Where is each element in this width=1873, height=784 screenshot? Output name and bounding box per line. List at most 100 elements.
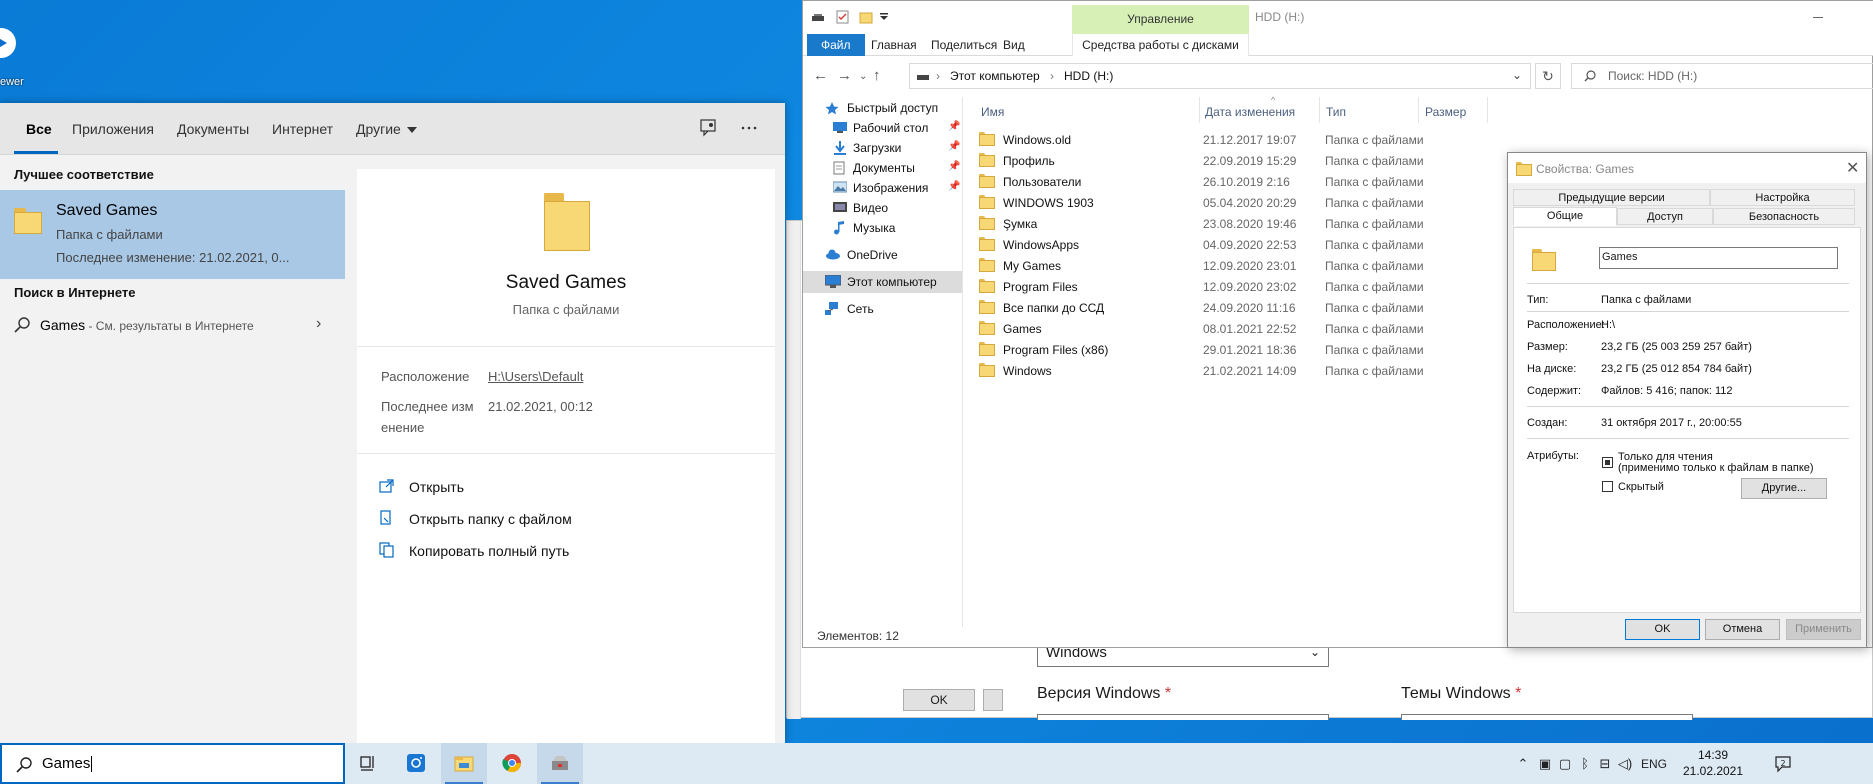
table-row[interactable]: WINDOWS 1903 05.04.2020 20:29 Папка с файл… [971,192,1591,213]
minimize-button[interactable] [1813,17,1823,18]
tab-sharing[interactable]: Доступ [1617,208,1713,225]
readonly-checkbox[interactable] [1602,457,1613,468]
new-folder-icon[interactable] [859,10,873,24]
taskbar-search-input[interactable]: Games [0,743,345,784]
chevron-down-icon[interactable]: ⌄ [1512,68,1522,82]
background-ok-button[interactable]: OK [903,689,975,711]
clock[interactable]: 14:39 21.02.2021 [1673,747,1753,779]
breadcrumb-drive[interactable]: HDD (H:) [1064,69,1113,83]
advanced-attributes-button[interactable]: Другие... [1741,478,1827,499]
table-row[interactable]: Program Files 12.09.2020 23:02 Папка с фай… [971,276,1591,297]
manage-contextual-tab[interactable]: Управление [1072,5,1249,34]
table-row[interactable]: Windows.old 21.12.2017 19:07 Папка с файла… [971,129,1591,150]
column-header-size[interactable]: Размер [1425,105,1466,119]
sort-arrow-icon: ^ [1271,95,1276,105]
table-row[interactable]: Профиль 22.09.2019 15:29 Папка с файлами [971,150,1591,171]
tab-web[interactable]: Интернет [272,121,333,137]
language-indicator[interactable]: ENG [1641,756,1667,772]
table-row[interactable]: WindowsApps 04.09.2020 22:53 Папка с файла… [971,234,1591,255]
properties-icon[interactable] [836,10,850,24]
nav-item-network[interactable]: Сеть [803,298,962,320]
desktop-shortcut[interactable]: ewer [0,10,26,90]
nav-item-this-pc[interactable]: Этот компьютер [803,271,962,293]
notifications-icon[interactable]: 2 [1773,754,1793,774]
ok-button[interactable]: OK [1625,619,1700,640]
show-hidden-icons-chevron-icon[interactable]: ⌃ [1515,756,1531,772]
nav-item-video[interactable]: Видео [803,197,962,219]
qat-customize-icon[interactable] [877,10,891,24]
field-label-location: Расположение: [1527,319,1605,331]
breadcrumb-separator-icon: › [936,69,940,83]
nav-item-quick-access[interactable]: Быстрый доступ [803,97,962,119]
breadcrumb-this-pc[interactable]: Этот компьютер [950,69,1040,83]
column-header-type[interactable]: Тип [1326,105,1346,119]
hidden-checkbox[interactable] [1602,481,1613,492]
windows-themes-field[interactable] [1401,714,1693,720]
volume-icon[interactable]: ◁) [1617,756,1633,772]
address-bar[interactable]: › Этот компьютер › HDD (H:) ⌄ [909,63,1531,89]
nav-item-documents[interactable]: Документы 📌 [803,157,962,179]
nav-item-desktop[interactable]: Рабочий стол 📌 [803,117,962,139]
tab-documents[interactable]: Документы [177,121,249,137]
field-value-type: Папка с файлами [1601,294,1692,306]
nav-item-pictures[interactable]: Изображения 📌 [803,177,962,199]
modified-value: 21.02.2021, 00:12 [488,399,593,414]
task-view-button[interactable] [345,743,391,784]
tab-previous-versions[interactable]: Предыдущие версии [1513,189,1710,206]
tab-view[interactable]: Вид [989,34,1039,56]
table-row[interactable]: My Games 12.09.2020 23:01 Папка с файлами [971,255,1591,276]
apply-button[interactable]: Применить [1786,619,1861,640]
tab-all[interactable]: Все [26,121,52,137]
recent-chevron-icon[interactable]: ⌄ [859,71,867,82]
table-row[interactable]: Şумка 23.08.2020 19:46 Папка с файлами [971,213,1591,234]
taskbar-app-instagram[interactable] [393,743,439,784]
tab-security[interactable]: Безопасность [1713,208,1855,225]
tab-apps[interactable]: Приложения [72,121,154,137]
taskbar-app-chrome[interactable] [489,743,535,784]
web-search-result[interactable]: Games - См. результаты в Интернете › [0,307,345,343]
windows-version-field[interactable] [1037,714,1329,720]
tab-file[interactable]: Файл [807,34,865,56]
nav-item-onedrive[interactable]: OneDrive [803,244,962,266]
chevron-right-icon[interactable]: › [316,315,321,333]
best-match-result[interactable]: Saved Games Папка с файлами Последнее из… [0,190,345,279]
bluetooth-icon[interactable]: ᛒ [1577,756,1593,772]
clock-date: 21.02.2021 [1682,764,1744,778]
tab-general[interactable]: Общие [1513,207,1617,226]
tab-more[interactable]: Другие [356,121,417,137]
refresh-button[interactable]: ↻ [1535,63,1561,89]
up-arrow-icon[interactable]: ↑ [873,67,881,84]
tab-customize[interactable]: Настройка [1710,189,1855,206]
table-row[interactable]: Пользователи 26.10.2019 2:16 Папка с файла… [971,171,1591,192]
location-link[interactable]: H:\Users\Default [488,369,583,384]
table-row[interactable]: Все папки до ССД 24.09.2020 11:16 Папка с … [971,297,1591,318]
nav-item-music[interactable]: Музыка [803,217,962,239]
forward-arrow-icon[interactable]: → [837,67,852,84]
column-header-name[interactable]: Имя [981,105,1004,119]
table-row[interactable]: Windows 21.02.2021 14:09 Папка с файлами [971,360,1591,381]
column-header-date[interactable]: Дата изменения [1205,105,1295,119]
drive-icon [916,71,930,85]
antivirus-icon[interactable]: ▢ [1557,756,1573,772]
nav-item-downloads[interactable]: Загрузки 📌 [803,137,962,159]
taskbar-app-installer[interactable] [537,743,583,784]
background-partial-button[interactable] [983,689,1003,711]
column-divider [1418,97,1419,123]
label-windows-themes: Темы Windows * [1401,685,1522,702]
more-options-icon[interactable] [738,117,766,143]
table-row[interactable]: Games 08.01.2021 22:52 Папка с файлами [971,318,1591,339]
close-icon[interactable]: ✕ [1846,158,1859,178]
cancel-button[interactable]: Отмена [1705,619,1780,640]
breadcrumb-separator-icon: › [1050,69,1054,83]
back-arrow-icon[interactable]: ← [813,67,828,84]
network-icon[interactable]: ⊟ [1597,756,1613,772]
folder-name-input[interactable]: Games [1599,247,1838,269]
feedback-icon[interactable] [698,117,726,143]
desktop-icon [833,121,849,135]
tab-drive-tools[interactable]: Средства работы с дисками [1072,34,1249,56]
explorer-search-input[interactable]: Поиск: HDD (H:) [1571,63,1873,89]
divider [1527,406,1849,407]
table-row[interactable]: Program Files (x86) 29.01.2021 18:36 Папка… [971,339,1591,360]
taskbar-app-file-explorer[interactable] [441,743,487,784]
device-icon[interactable]: ▣ [1537,756,1553,772]
